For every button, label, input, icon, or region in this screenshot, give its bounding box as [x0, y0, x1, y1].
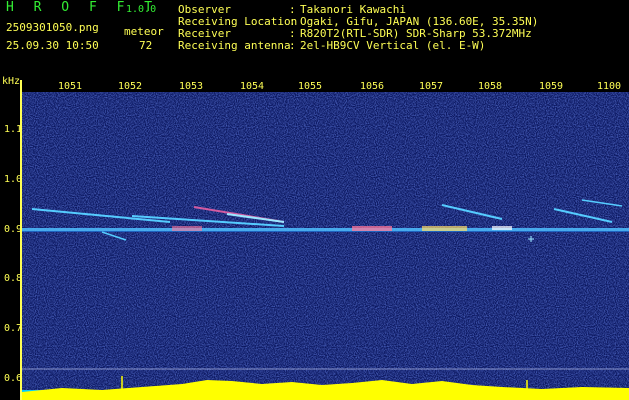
echo-segment: [422, 226, 467, 231]
x-tick-1056: 1056: [360, 81, 385, 92]
capture-datetime: 25.09.30 10:50: [6, 39, 99, 52]
x-tick-1053: 1053: [179, 81, 204, 92]
echo-segment: [352, 226, 392, 231]
spectrogram-graphic: [22, 92, 629, 400]
x-tick-1054: 1054: [240, 81, 265, 92]
x-tick-1059: 1059: [539, 81, 564, 92]
header-panel: H R O F F T 1.0.0 2509301050.png 25.09.3…: [0, 0, 629, 75]
spectrogram-panel: [22, 92, 629, 400]
antenna-value: 2el-HB9CV Vertical (el. E-W): [300, 39, 486, 52]
x-tick-1051: 1051: [58, 81, 83, 92]
meteor-label: meteor: [124, 25, 164, 38]
echo-segment: [492, 226, 512, 230]
y-axis-unit: kHz: [2, 76, 21, 87]
x-tick-1057: 1057: [419, 81, 444, 92]
image-filename: 2509301050.png: [6, 21, 99, 34]
carrier-band: [22, 228, 629, 231]
meteor-count: 72: [139, 39, 153, 52]
x-tick-1052: 1052: [118, 81, 143, 92]
x-tick-1055: 1055: [298, 81, 323, 92]
x-tick-1058: 1058: [478, 81, 503, 92]
echo-segment: [172, 226, 202, 231]
x-tick-1100: 1100: [597, 81, 622, 92]
antenna-separator: :: [289, 39, 296, 52]
app-version: 1.0.0: [126, 4, 157, 15]
antenna-label: Receiving antenna: [178, 39, 291, 52]
